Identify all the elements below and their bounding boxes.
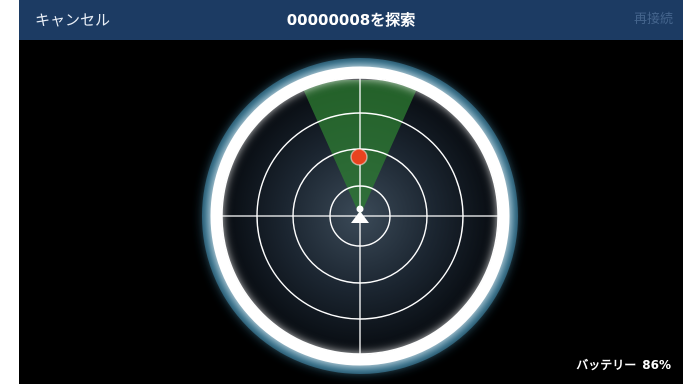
reconnect-button[interactable]: 再接続 [634,0,673,40]
navigation-bar: キャンセル 00000008を探索 再接続 [19,0,683,40]
battery-status: バッテリー 86% [576,356,671,373]
radar-view [202,58,518,374]
cancel-button[interactable]: キャンセル [35,0,110,40]
page-title: 00000008を探索 [286,11,416,29]
battery-label: バッテリー [576,358,637,372]
app-screen: キャンセル 00000008を探索 再接続 バッテリー 86% [19,0,683,384]
target-device-marker[interactable] [350,148,368,166]
battery-value: 86% [642,358,671,372]
